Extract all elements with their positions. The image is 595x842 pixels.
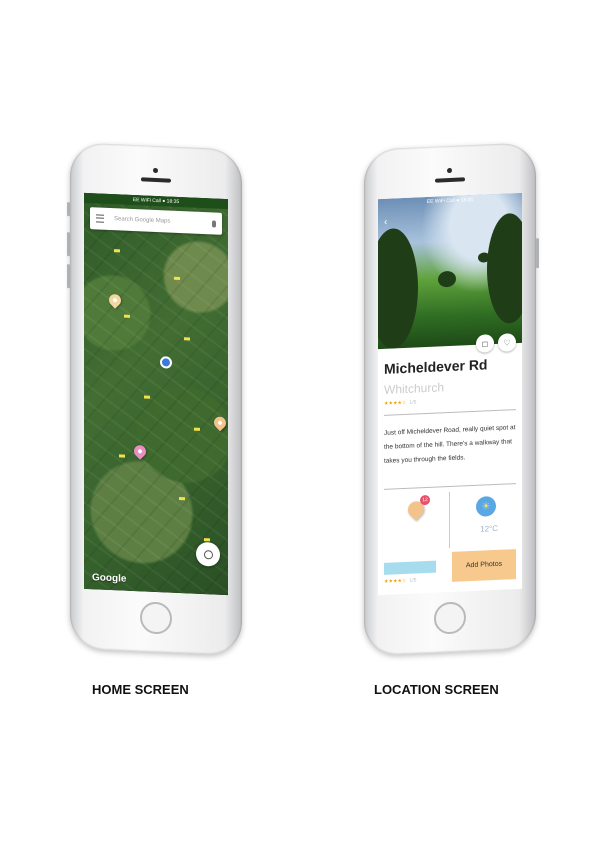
road-label	[174, 276, 180, 281]
weather-sun-icon: ☀	[476, 495, 496, 517]
mute-switch	[67, 202, 70, 217]
location-screen-caption: LOCATION SCREEN	[374, 682, 499, 697]
road-label	[144, 395, 150, 399]
front-camera	[153, 167, 158, 174]
tree	[438, 270, 456, 288]
speaker-grille	[141, 177, 171, 183]
search-input[interactable]: Search Google Maps	[114, 216, 212, 226]
progress-bar	[384, 560, 436, 575]
rating: ★★★★☆ 1/5	[384, 399, 416, 406]
road-label	[204, 538, 210, 542]
small-rating-count: 1/5	[409, 577, 417, 584]
road-label	[179, 497, 185, 501]
home-button[interactable]	[140, 601, 172, 635]
road-label	[194, 427, 200, 431]
menu-icon[interactable]	[96, 214, 104, 223]
front-camera	[447, 167, 452, 174]
current-location-dot	[160, 356, 172, 369]
location-subtitle: Whitchurch	[384, 380, 445, 397]
road-label	[124, 314, 130, 318]
divider	[449, 492, 450, 549]
rating-count: 1/5	[409, 399, 417, 406]
bookmark-icon: ◻	[481, 338, 489, 349]
pin-count-badge: 12	[420, 494, 430, 506]
heart-icon: ♡	[503, 337, 511, 348]
road-label	[114, 249, 120, 253]
speaker-grille	[435, 177, 465, 183]
my-location-button[interactable]	[196, 541, 220, 567]
home-screen-caption: HOME SCREEN	[92, 682, 189, 697]
home-screen: EE WiFi Call ● 18:35 Search Google Maps …	[84, 192, 228, 596]
road-label	[184, 337, 190, 341]
crosshair-icon	[203, 549, 213, 559]
location-phone: EE WiFi Call ● 18:35 ‹ ◻ ♡ Micheldever R…	[364, 142, 539, 656]
home-phone: EE WiFi Call ● 18:35 Search Google Maps …	[67, 142, 242, 656]
microphone-icon[interactable]	[212, 219, 216, 228]
road-label	[119, 454, 125, 458]
map-view[interactable]	[84, 192, 228, 596]
tree	[487, 212, 522, 325]
rating-stars: ★★★★☆	[384, 399, 407, 407]
location-screen: EE WiFi Call ● 18:35 ‹ ◻ ♡ Micheldever R…	[378, 192, 522, 596]
location-title: Micheldever Rd	[384, 356, 488, 377]
divider	[384, 483, 516, 490]
small-rating-stars: ★★★★☆	[384, 577, 407, 585]
back-arrow-icon[interactable]: ‹	[384, 217, 387, 228]
temperature: 12°C	[480, 523, 498, 534]
divider	[384, 409, 516, 416]
volume-up-button	[67, 232, 70, 257]
home-button[interactable]	[434, 601, 466, 635]
tree	[378, 227, 418, 350]
bookmark-button[interactable]: ◻	[476, 334, 494, 353]
info-row: 12 ☀ 12°C	[378, 489, 522, 551]
volume-down-button	[67, 264, 70, 289]
power-button	[536, 238, 539, 269]
small-rating: ★★★★☆ 1/5	[384, 577, 416, 584]
location-photo	[378, 192, 522, 350]
favorite-button[interactable]: ♡	[498, 333, 516, 352]
google-logo: Google	[92, 572, 127, 585]
location-description: Just off Micheldever Road, really quiet …	[384, 424, 516, 465]
add-photos-button[interactable]: Add Photos	[452, 549, 516, 582]
